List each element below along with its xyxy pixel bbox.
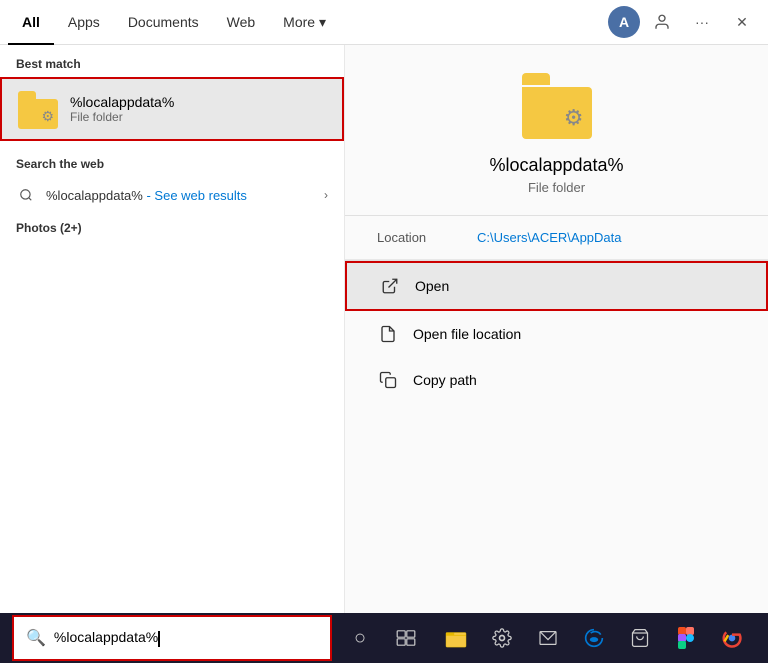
web-search-text: %localappdata% - See web results xyxy=(46,188,247,203)
open-icon xyxy=(379,275,401,297)
right-panel: ⚙ %localappdata% File folder Location C:… xyxy=(345,45,768,613)
left-panel: Best match ⚙ %localappdata% File folder … xyxy=(0,45,345,613)
preview-folder-icon: ⚙ xyxy=(522,69,592,139)
preview-subtitle: File folder xyxy=(528,180,585,195)
location-value[interactable]: C:\Users\ACER\AppData xyxy=(477,230,622,245)
taskbar-edge[interactable] xyxy=(572,616,616,660)
copy-path-action[interactable]: Copy path xyxy=(345,357,768,403)
taskbar-file-explorer[interactable] xyxy=(434,616,478,660)
nav-tabs: All Apps Documents Web More ▾ A xyxy=(0,0,768,45)
best-match-item[interactable]: ⚙ %localappdata% File folder xyxy=(0,77,344,141)
tab-documents[interactable]: Documents xyxy=(114,0,213,45)
preview-title: %localappdata% xyxy=(489,155,623,176)
taskbar-chrome[interactable] xyxy=(710,616,754,660)
task-view-btn[interactable] xyxy=(384,616,428,660)
taskbar-figma[interactable] xyxy=(664,616,708,660)
chevron-right-icon: › xyxy=(324,188,328,202)
search-bar-icon: 🔍 xyxy=(26,628,46,648)
best-match-title: %localappdata% xyxy=(70,94,174,110)
dots-menu-btn[interactable]: ··· xyxy=(684,4,720,40)
taskbar-apps xyxy=(434,616,754,660)
taskbar-store[interactable] xyxy=(618,616,662,660)
nav-icons: A ··· ✕ xyxy=(608,4,760,40)
open-file-location-icon xyxy=(377,323,399,345)
open-label: Open xyxy=(415,278,449,294)
main-content: Best match ⚙ %localappdata% File folder … xyxy=(0,45,768,613)
open-action[interactable]: Open xyxy=(345,261,768,311)
photos-label: Photos (2+) xyxy=(0,213,344,243)
avatar[interactable]: A xyxy=(608,6,640,38)
close-btn[interactable]: ✕ xyxy=(724,4,760,40)
open-file-location-label: Open file location xyxy=(413,326,521,342)
copy-path-label: Copy path xyxy=(413,372,477,388)
web-section-label: Search the web xyxy=(0,145,344,177)
folder-icon: ⚙ xyxy=(18,89,58,129)
web-search-item[interactable]: %localappdata% - See web results › xyxy=(0,177,344,213)
tab-more[interactable]: More ▾ xyxy=(269,0,340,45)
location-label: Location xyxy=(377,230,477,245)
search-bar[interactable]: 🔍 %localappdata% xyxy=(12,615,332,661)
person-icon-btn[interactable] xyxy=(644,4,680,40)
best-match-subtitle: File folder xyxy=(70,110,174,124)
best-match-label: Best match xyxy=(0,45,344,77)
taskbar-settings[interactable] xyxy=(480,616,524,660)
tab-all[interactable]: All xyxy=(8,0,54,45)
search-icon xyxy=(16,185,36,205)
tab-web[interactable]: Web xyxy=(213,0,270,45)
open-file-location-action[interactable]: Open file location xyxy=(345,311,768,357)
search-window: All Apps Documents Web More ▾ A xyxy=(0,0,768,613)
copy-path-icon xyxy=(377,369,399,391)
taskbar: 🔍 %localappdata% ○ xyxy=(0,613,768,663)
cortana-btn[interactable]: ○ xyxy=(338,616,382,660)
location-row: Location C:\Users\ACER\AppData xyxy=(345,216,768,260)
search-bar-input[interactable]: %localappdata% xyxy=(54,629,318,646)
tab-apps[interactable]: Apps xyxy=(54,0,114,45)
best-match-text: %localappdata% File folder xyxy=(70,94,174,124)
taskbar-mail[interactable] xyxy=(526,616,570,660)
